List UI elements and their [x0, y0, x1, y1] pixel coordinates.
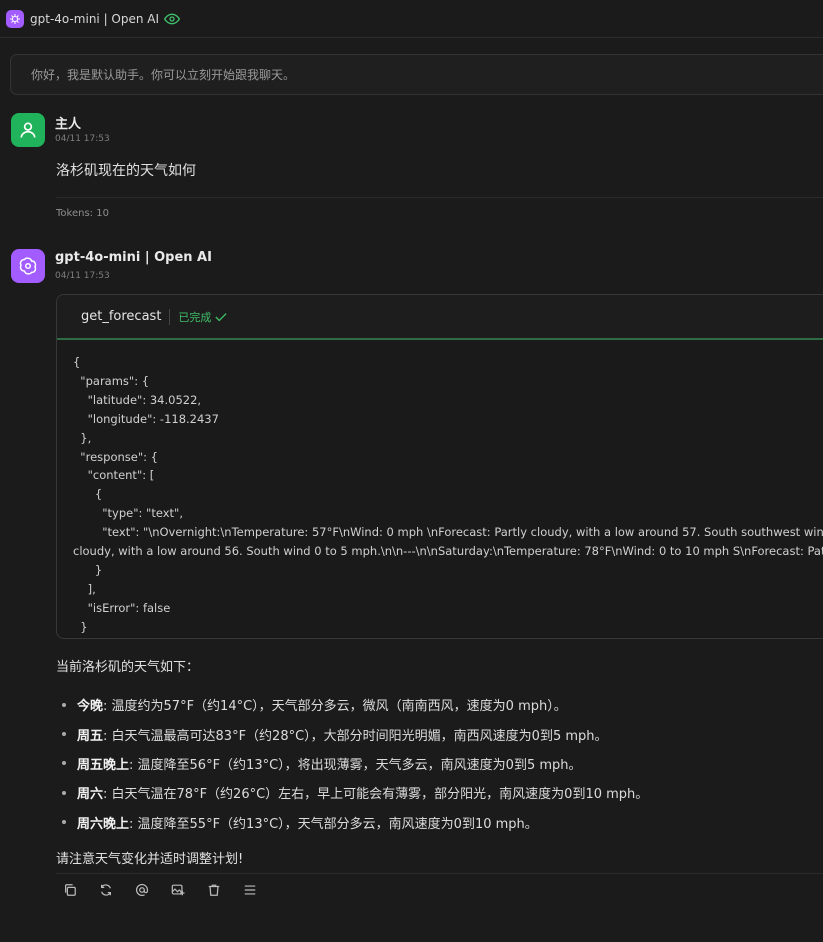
answer-intro: 当前洛杉矶的天气如下：	[56, 660, 200, 675]
forecast-list: 今晚 : 温度约为57°F（约14°C），天气部分多云，微风（南南西风，速度为0…	[62, 690, 822, 837]
assistant-avatar	[11, 249, 45, 283]
tool-status-label: 已完成	[178, 310, 212, 324]
delete-icon[interactable]	[206, 882, 222, 898]
list-item: 周六 : 白天气温在78°F（约26°C）左右，早上可能会有薄雾，部分阳光，南风…	[62, 778, 822, 807]
greeting-banner: 你好，我是默认助手。你可以立刻开始跟我聊天。	[10, 54, 823, 95]
bullet-dot	[62, 702, 66, 707]
bullet-text: : 白天气温在78°F（约26°C）左右，早上可能会有薄雾，部分阳光，南风速度为…	[103, 787, 649, 803]
image-icon[interactable]	[170, 882, 186, 898]
bullet-dot	[62, 820, 66, 825]
menu-icon[interactable]	[242, 882, 258, 898]
mention-icon[interactable]	[134, 882, 150, 898]
check-icon	[215, 312, 228, 321]
bullet-label: 今晚	[77, 699, 104, 715]
copy-icon[interactable]	[62, 882, 78, 898]
top-bar: gpt-4o-mini | Open AI	[0, 0, 823, 38]
tool-status: 已完成	[178, 309, 228, 325]
tool-call-panel[interactable]: get_forecast 已完成 { "params": { "latitude…	[56, 294, 823, 639]
bullet-text: : 温度降至56°F（约13°C），将出现薄雾，天气多云，南风速度为0到5 mp…	[129, 757, 582, 773]
bullet-text: : 温度约为57°F（约14°C），天气部分多云，微风（南南西风，速度为0 mp…	[103, 699, 567, 715]
list-item: 今晚 : 温度约为57°F（约14°C），天气部分多云，微风（南南西风，速度为0…	[62, 690, 822, 719]
message-actions	[62, 882, 258, 898]
assistant-message-time: 04/11 17:53	[55, 271, 110, 281]
greeting-text: 你好，我是默认助手。你可以立刻开始跟我聊天。	[31, 68, 296, 82]
user-avatar	[11, 113, 45, 147]
eye-icon[interactable]	[164, 13, 181, 25]
tool-name: get_forecast	[81, 309, 162, 324]
assistant-name: gpt-4o-mini | Open AI	[55, 250, 212, 265]
divider	[56, 197, 823, 198]
tool-call-header[interactable]: get_forecast 已完成	[57, 295, 823, 340]
divider	[169, 308, 171, 325]
user-message-time: 04/11 17:53	[55, 134, 110, 144]
answer-outro: 请注意天气变化并适时调整计划!	[56, 852, 244, 867]
list-item: 周五 : 白天气温最高可达83°F（约28°C），大部分时间阳光明媚，南西风速度…	[62, 719, 822, 748]
bullet-label: 周五晚上	[77, 757, 130, 773]
bullet-dot	[62, 732, 66, 737]
divider	[56, 873, 823, 874]
bullet-label: 周六晚上	[77, 816, 130, 832]
tool-json-output: { "params": { "latitude": 34.0522, "long…	[73, 355, 823, 634]
regenerate-icon[interactable]	[98, 882, 114, 898]
bullet-text: : 温度降至55°F（约13°C），天气部分多云，南风速度为0到10 mph。	[129, 816, 538, 832]
list-item: 周五晚上 : 温度降至56°F（约13°C），将出现薄雾，天气多云，南风速度为0…	[62, 749, 822, 778]
user-message-text: 洛杉矶现在的天气如何	[56, 163, 196, 179]
token-count: Tokens: 10	[56, 208, 109, 219]
bullet-dot	[62, 790, 66, 795]
user-name: 主人	[55, 117, 82, 132]
model-title: gpt-4o-mini | Open AI	[30, 11, 160, 26]
bullet-label: 周五	[77, 728, 104, 744]
bullet-dot	[62, 761, 66, 766]
bullet-text: : 白天气温最高可达83°F（约28°C），大部分时间阳光明媚，南西风速度为0到…	[103, 728, 608, 744]
bullet-label: 周六	[77, 787, 104, 803]
list-item: 周六晚上 : 温度降至55°F（约13°C），天气部分多云，南风速度为0到10 …	[62, 808, 822, 837]
openai-logo-icon	[6, 9, 24, 28]
